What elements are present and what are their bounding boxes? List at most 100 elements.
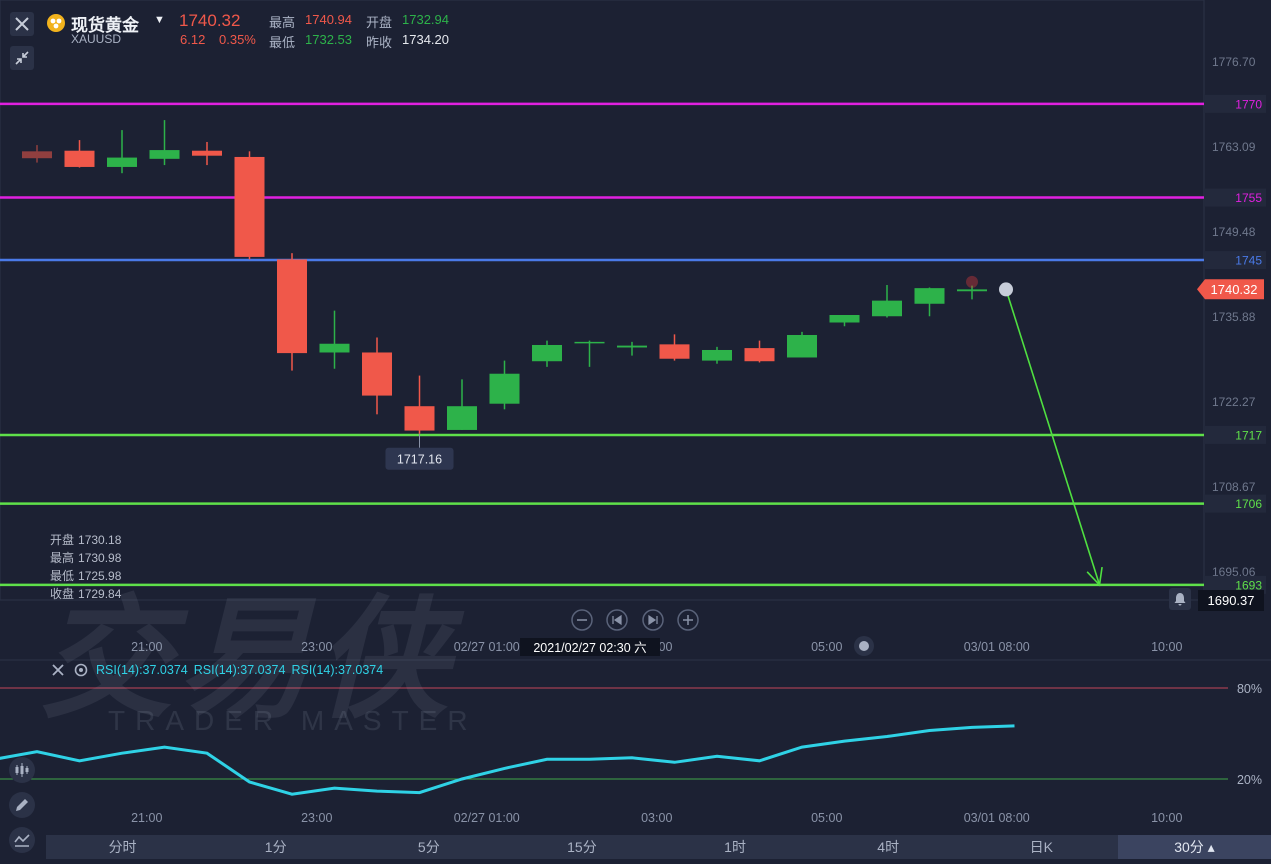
high-value: 1740.94 — [305, 12, 352, 27]
collapse-arrows-icon — [15, 51, 29, 65]
info-icon — [999, 282, 1013, 297]
timeframe-tab[interactable]: 5分 — [352, 835, 505, 859]
timeframe-tab[interactable]: 15分 — [505, 835, 658, 859]
level-tag-label: 1717 — [1235, 428, 1262, 442]
close-button[interactable] — [10, 12, 34, 36]
rsi-line — [0, 724, 1015, 796]
y-tick-label: 1776.70 — [1212, 55, 1256, 69]
candle — [22, 145, 52, 163]
timeframe-tab[interactable]: 1时 — [659, 835, 812, 859]
candle — [914, 287, 945, 317]
draw-button[interactable] — [9, 792, 35, 818]
forecast-arrow — [1005, 289, 1101, 586]
candle — [404, 375, 435, 434]
level-tag-label: 1745 — [1235, 254, 1262, 268]
x-tick-label: 10:00 — [1151, 640, 1182, 654]
open-label: 开盘 — [366, 15, 393, 30]
prev-close-value: 1734.20 — [402, 32, 449, 47]
indicator-toggle-button[interactable] — [9, 827, 35, 853]
rsi-x-tick-label: 23:00 — [301, 811, 332, 825]
scroll-left-icon[interactable] — [606, 609, 628, 631]
candle — [787, 331, 817, 358]
candle-body — [22, 151, 52, 159]
candle — [744, 340, 775, 363]
candle-body — [192, 150, 222, 156]
price-change-percent: 0.35% — [219, 32, 256, 47]
level-tag-label: 1755 — [1235, 191, 1262, 205]
candlestick-icon — [15, 763, 29, 777]
level-tag-label: 1706 — [1235, 497, 1262, 511]
candle-body — [744, 348, 775, 362]
candle-body — [617, 345, 647, 348]
candle — [617, 341, 647, 356]
crosshair-price-label: 1690.37 — [1208, 593, 1255, 608]
zoom-controls — [571, 609, 699, 631]
close-icon — [15, 17, 29, 31]
current-price-label: 1740.32 — [1211, 282, 1258, 297]
prev-close-label: 昨收 — [366, 35, 393, 50]
zoom-in-icon[interactable] — [677, 609, 699, 631]
candle-body — [914, 288, 945, 304]
candle — [872, 285, 902, 318]
alert-button[interactable] — [1169, 588, 1191, 610]
indicator-button[interactable] — [9, 757, 35, 783]
candle — [64, 140, 95, 168]
candle — [829, 315, 860, 327]
x-tick-label: 21:00 — [131, 640, 162, 654]
candle-body — [319, 343, 350, 353]
scroll-right-icon[interactable] — [642, 609, 664, 631]
pencil-icon — [16, 799, 28, 811]
ohlc-low-value: 1725.98 — [78, 569, 122, 583]
line-chart-icon — [14, 834, 30, 847]
timeframe-tab-active[interactable]: 30分 ▴ — [1117, 835, 1271, 859]
rsi-x-tick-label: 03/01 08:00 — [964, 811, 1030, 825]
close-icon[interactable] — [50, 662, 66, 678]
timeframe-tab[interactable]: 4时 — [812, 835, 965, 859]
rsi-label: RSI(14):37.0374 — [193, 663, 286, 677]
candle — [277, 253, 307, 371]
chart-canvas[interactable]: 1717.16 1776.70 1763.09 1749.48 1735.88 1722… — [0, 0, 1271, 864]
candle-body — [64, 150, 95, 167]
candle-body — [574, 341, 605, 344]
candle — [574, 340, 605, 367]
candle-body — [362, 352, 392, 396]
rsi-label: RSI(14):37.0374 — [96, 663, 188, 677]
candle — [702, 346, 732, 364]
candle-body — [107, 157, 137, 167]
chevron-down-icon[interactable]: ▼ — [154, 14, 165, 26]
x-tick-label: 05:00 — [811, 640, 842, 654]
crosshair-time-label: 2021/02/27 02:30 六 — [533, 641, 646, 655]
ohlc-close-value: 1729.84 — [78, 587, 122, 601]
collapse-button[interactable] — [10, 46, 34, 70]
instrument-symbol: XAUUSD — [71, 32, 122, 46]
candle-body — [659, 344, 690, 359]
zoom-out-icon[interactable] — [571, 609, 593, 631]
gold-coin-icon — [46, 13, 66, 36]
timeframe-tab[interactable]: 分时 — [46, 835, 199, 859]
candle — [447, 379, 477, 430]
price-change: 6.12 — [180, 32, 206, 47]
level-tag-label: 1770 — [1235, 97, 1262, 111]
rsi-level-label: 20% — [1237, 773, 1262, 787]
ohlc-low-label: 最低 — [50, 569, 75, 583]
candle — [234, 151, 265, 260]
y-tick-label: 1749.48 — [1212, 225, 1256, 239]
timeframe-tab[interactable]: 日K — [965, 835, 1118, 859]
low-value: 1732.53 — [305, 32, 352, 47]
rsi-x-tick-label: 21:00 — [131, 811, 162, 825]
candle-body — [532, 344, 562, 362]
current-price: 1740.32 — [179, 11, 241, 30]
candle-body — [829, 315, 860, 323]
timeframe-tab[interactable]: 1分 — [199, 835, 352, 859]
ohlc-open-label: 开盘 — [50, 533, 75, 547]
candle-body — [404, 406, 435, 431]
settings-icon[interactable] — [72, 662, 90, 678]
candle-body — [957, 289, 987, 292]
candle-body — [787, 334, 817, 358]
x-tick-label: 23:00 — [301, 640, 332, 654]
low-marker-label: 1717.16 — [397, 453, 442, 467]
bell-icon — [1174, 593, 1186, 606]
candle — [362, 337, 392, 415]
ohlc-open-value: 1730.18 — [78, 533, 122, 547]
time-scroll-handle[interactable] — [853, 635, 875, 657]
